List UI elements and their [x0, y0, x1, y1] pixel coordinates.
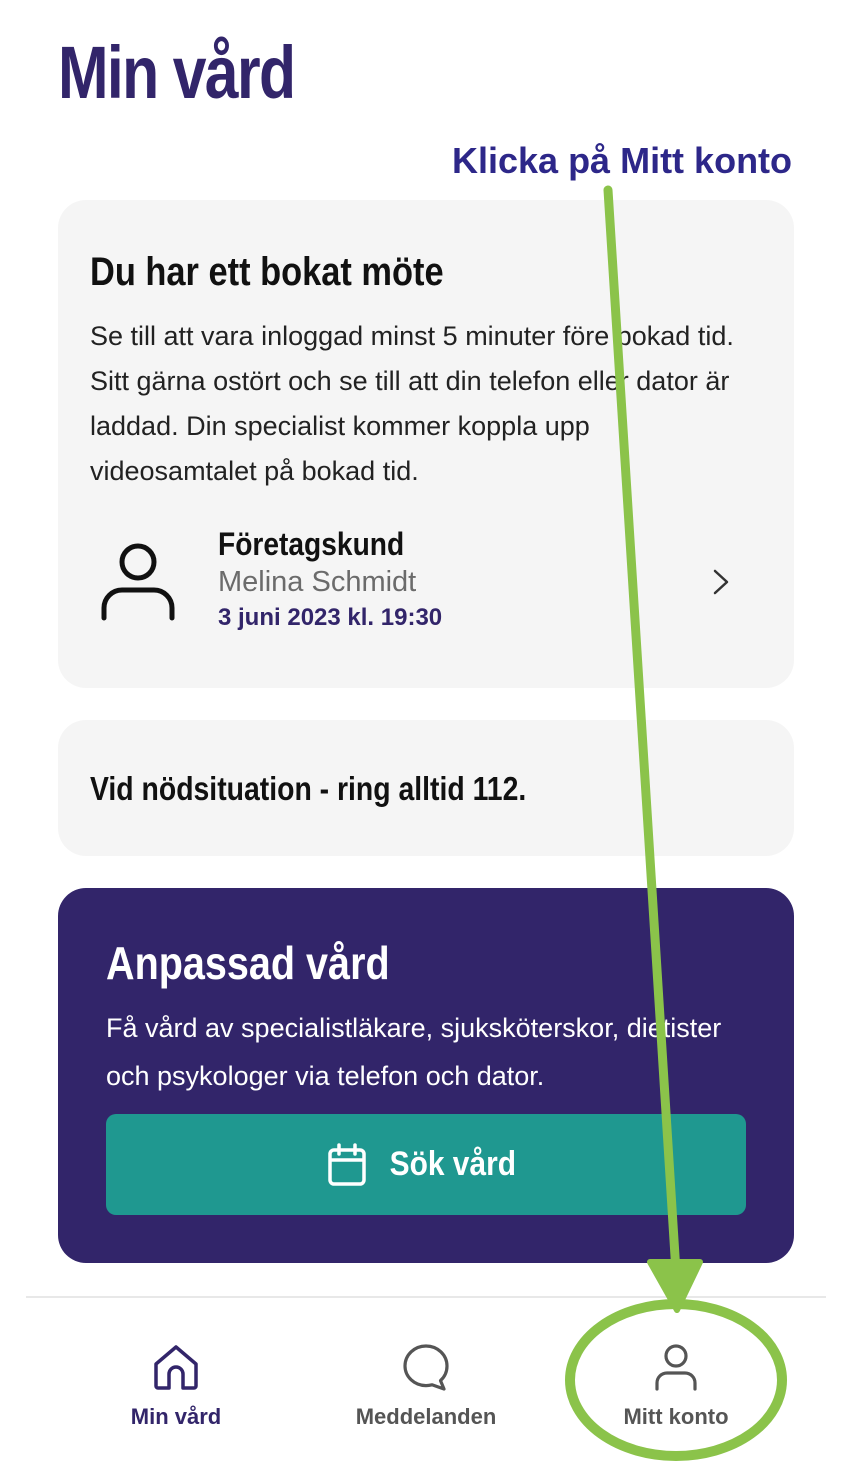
- promo-card: Anpassad vård Få vård av specialistläkar…: [58, 888, 794, 1263]
- search-care-label: Sök vård: [389, 1145, 517, 1183]
- nav-label-mitt-konto: Mitt konto: [623, 1404, 729, 1429]
- booking-datetime: 3 juni 2023 kl. 19:30: [218, 604, 443, 631]
- bottom-navigation: Min vård Meddelanden Mitt konto: [26, 1296, 826, 1470]
- nav-label-min-vard: Min vård: [130, 1404, 222, 1429]
- calendar-icon: [328, 1142, 366, 1186]
- appointment-heading: Du har ett bokat möte: [90, 250, 444, 294]
- booking-type: Företagskund: [218, 526, 405, 562]
- page-title: Min vård: [58, 31, 296, 114]
- user-icon: [101, 543, 175, 621]
- booking-info: Företagskund Melina Schmidt 3 juni 2023 …: [218, 526, 442, 632]
- nav-label-meddelanden: Meddelanden: [355, 1404, 497, 1429]
- appointment-card: Du har ett bokat möte Se till att vara i…: [58, 200, 794, 688]
- booking-row[interactable]: Företagskund Melina Schmidt 3 juni 2023 …: [90, 522, 762, 632]
- promo-heading: Anpassad vård: [106, 937, 390, 989]
- user-icon: [655, 1344, 697, 1391]
- search-care-button[interactable]: Sök vård: [106, 1114, 746, 1215]
- chat-bubble-icon: [403, 1344, 449, 1391]
- nav-item-min-vard[interactable]: Min vård: [66, 1298, 286, 1448]
- emergency-card: Vid nödsituation - ring alltid 112.: [58, 720, 794, 856]
- booking-specialist: Melina Schmidt: [218, 566, 417, 598]
- home-icon: [154, 1345, 198, 1390]
- nav-item-meddelanden[interactable]: Meddelanden: [316, 1298, 536, 1448]
- annotation-text: Klicka på Mitt konto: [452, 140, 793, 181]
- chevron-right-icon[interactable]: [712, 568, 730, 596]
- promo-body: Få vård av specialistläkare, sjuksköters…: [106, 1013, 722, 1091]
- appointment-instructions: Se till att vara inloggad minst 5 minute…: [90, 321, 734, 486]
- emergency-text: Vid nödsituation - ring alltid 112.: [90, 770, 527, 807]
- nav-item-mitt-konto[interactable]: Mitt konto: [566, 1298, 786, 1448]
